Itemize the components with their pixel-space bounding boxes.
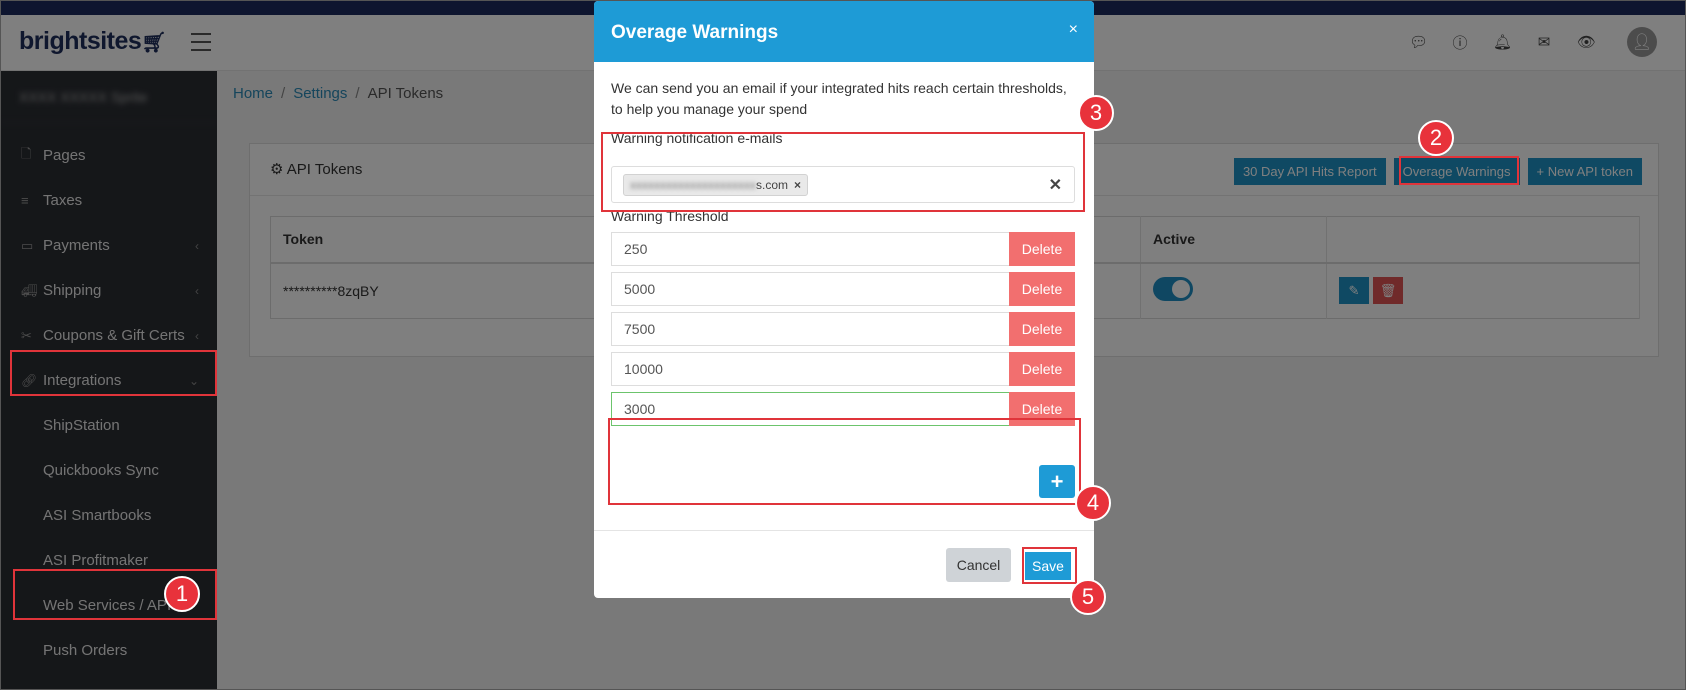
modal-footer: Cancel Save: [594, 530, 1094, 598]
delete-threshold-button[interactable]: Delete: [1009, 232, 1075, 266]
highlight-integrations: [10, 350, 217, 396]
cancel-button[interactable]: Cancel: [946, 548, 1011, 582]
highlight-overage-button: [1399, 156, 1519, 185]
threshold-row: Delete: [611, 312, 1075, 346]
highlight-threshold-add: [608, 418, 1081, 505]
highlight-save: [1022, 547, 1077, 584]
callout-badge: 1: [164, 576, 200, 612]
close-icon[interactable]: ×: [1069, 21, 1078, 39]
threshold-row: Delete: [611, 352, 1075, 386]
callout-badge: 3: [1078, 95, 1114, 131]
delete-threshold-button[interactable]: Delete: [1009, 312, 1075, 346]
callout-badge: 5: [1070, 579, 1106, 615]
threshold-input[interactable]: [611, 232, 1009, 266]
delete-threshold-button[interactable]: Delete: [1009, 272, 1075, 306]
delete-threshold-button[interactable]: Delete: [1009, 352, 1075, 386]
modal-title: Overage Warnings: [611, 22, 779, 43]
threshold-row: Delete: [611, 232, 1075, 266]
callout-badge: 4: [1075, 485, 1111, 521]
app-window: brightsites🛒︎ 💬︎ ⓘ 🔔︎ ✉ 👁︎ 👤︎ XXXX XXXXX…: [0, 0, 1686, 690]
threshold-row: Delete: [611, 272, 1075, 306]
threshold-input[interactable]: [611, 352, 1009, 386]
highlight-email-field: [601, 132, 1085, 212]
callout-badge: 2: [1418, 120, 1454, 156]
threshold-input[interactable]: [611, 272, 1009, 306]
overage-warnings-modal: Overage Warnings × We can send you an em…: [594, 1, 1094, 598]
modal-header: Overage Warnings ×: [594, 1, 1094, 62]
threshold-input[interactable]: [611, 312, 1009, 346]
modal-intro-text: We can send you an email if your integra…: [611, 80, 1067, 117]
